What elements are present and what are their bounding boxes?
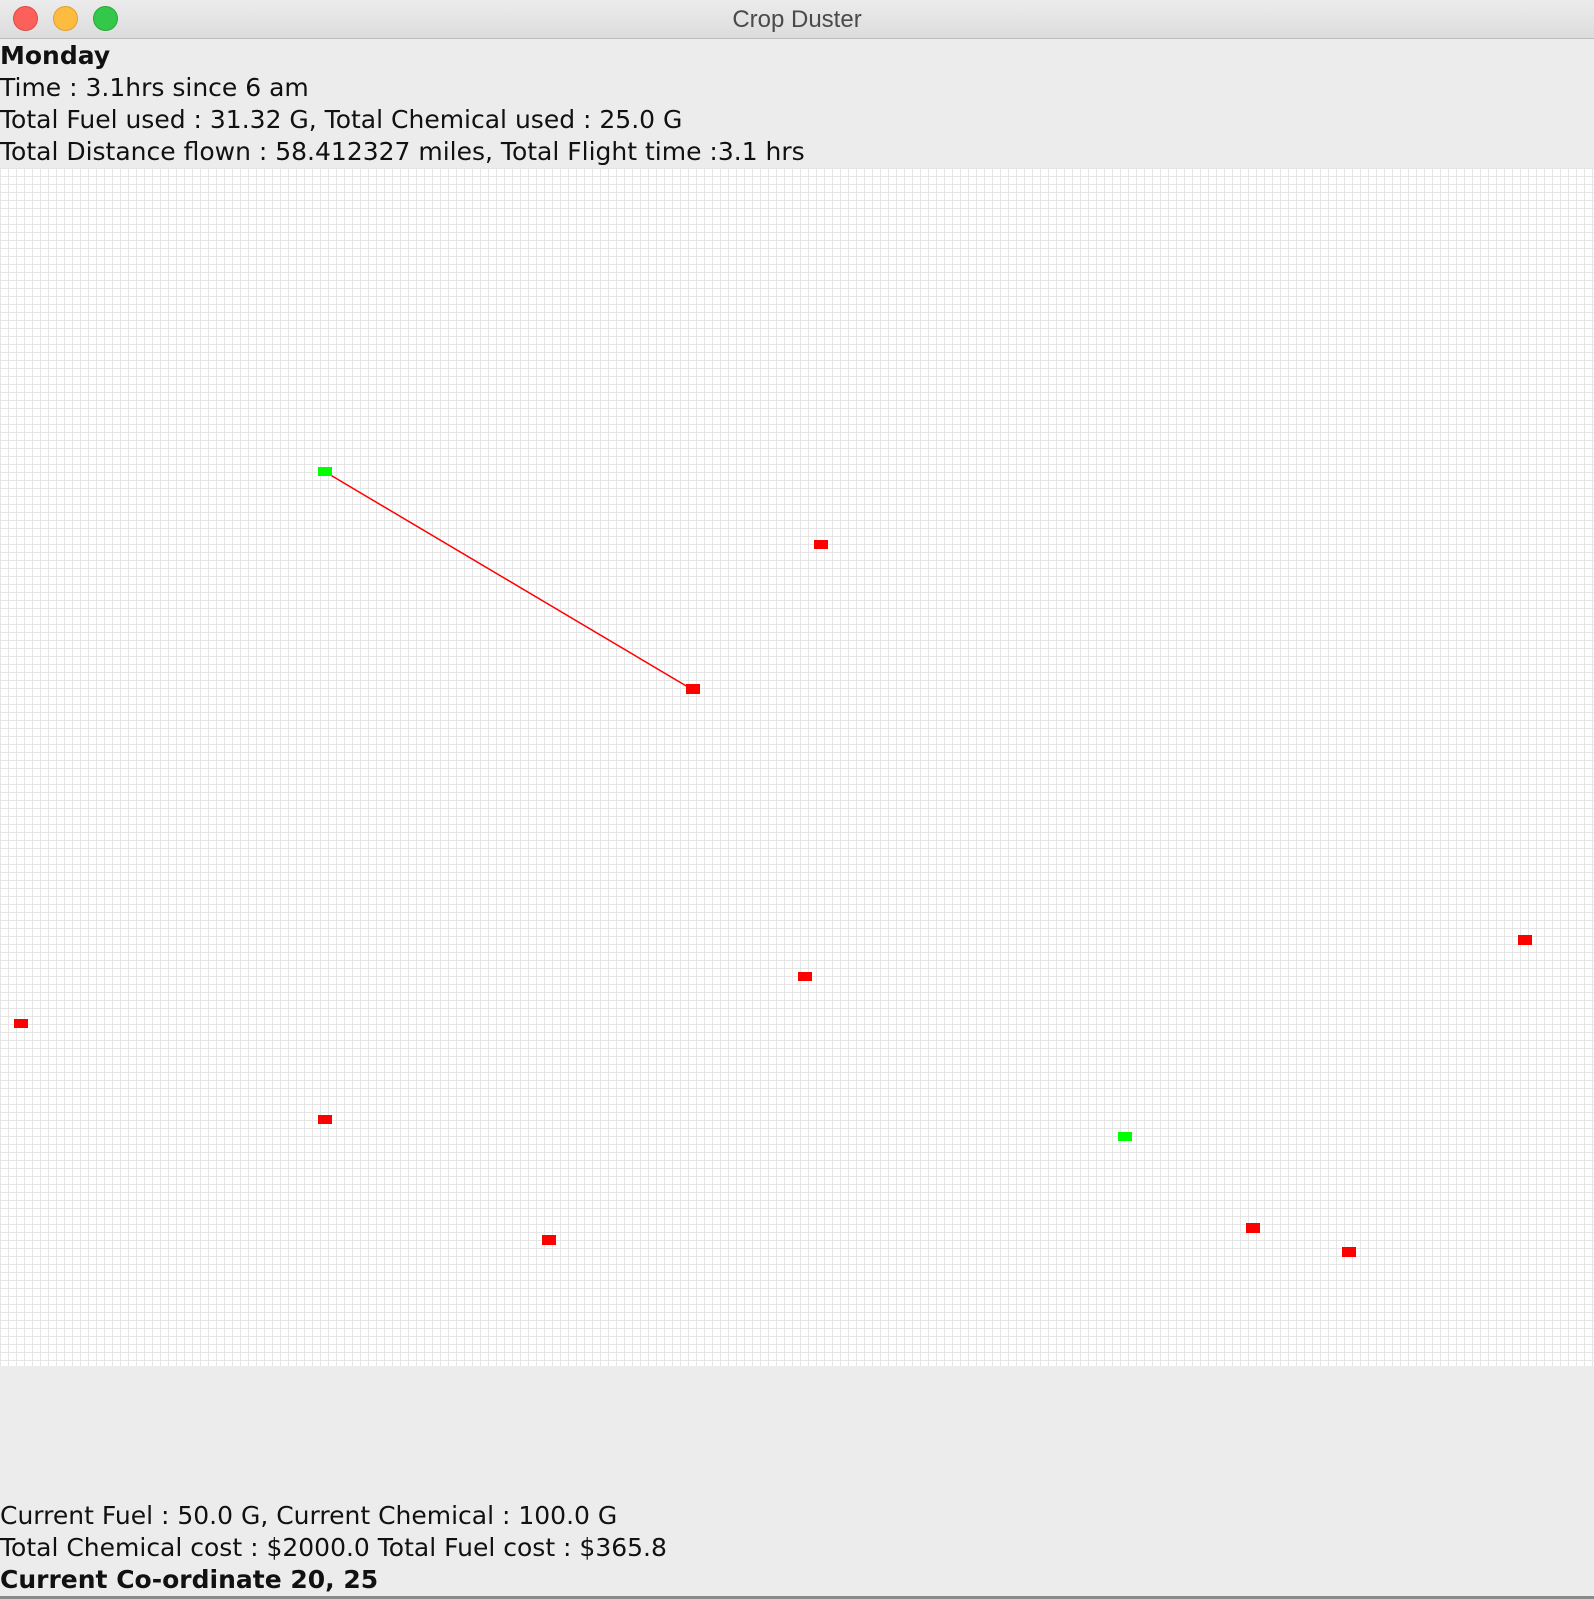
field-marker (318, 1115, 332, 1124)
field-marker (798, 972, 812, 981)
distance-flight-totals-label: Total Distance flown : 58.412327 miles, … (0, 137, 805, 166)
field-marker (814, 540, 828, 549)
field-marker (1518, 935, 1532, 945)
field-marker (1342, 1247, 1356, 1257)
day-label: Monday (0, 41, 111, 70)
field-marker (686, 684, 700, 694)
map-grid[interactable] (0, 168, 1594, 1366)
map-canvas (14, 467, 1532, 1257)
base-marker (318, 467, 332, 476)
flight-path-line (321, 469, 689, 688)
window-title: Crop Duster (732, 6, 862, 33)
time-label: Time : 3.1hrs since 6 am (0, 73, 309, 102)
current-fuel-chemical-label: Current Fuel : 50.0 G, Current Chemical … (0, 1501, 618, 1530)
fuel-chemical-totals-label: Total Fuel used : 31.32 G, Total Chemica… (0, 105, 683, 134)
field-marker (14, 1019, 28, 1028)
current-coordinate-label: Current Co-ordinate 20, 25 (0, 1565, 379, 1594)
base-marker (1118, 1132, 1132, 1141)
title-bar[interactable]: Crop Duster (0, 0, 1594, 39)
field-marker (542, 1235, 556, 1245)
field-marker (1246, 1223, 1260, 1233)
total-cost-label: Total Chemical cost : $2000.0 Total Fuel… (0, 1533, 667, 1562)
crop-duster-window: Crop Duster Monday Time : 3.1hrs since 6… (0, 0, 1594, 1599)
